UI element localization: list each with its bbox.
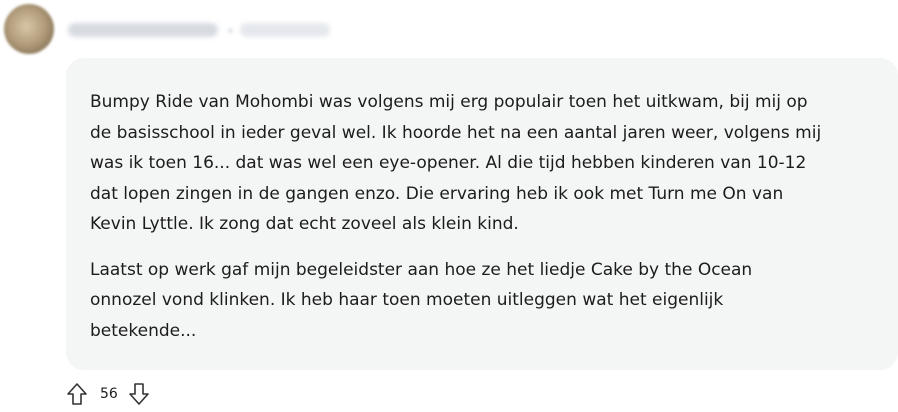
comment-body: Bumpy Ride van Mohombi was volgens mij e…: [66, 58, 898, 370]
avatar[interactable]: [4, 4, 54, 54]
author-name-blurred[interactable]: [68, 23, 218, 37]
author-separator: [228, 28, 233, 33]
comment-paragraph: Laatst op werk gaf mijn begeleidster aan…: [90, 259, 753, 341]
vote-count: 56: [100, 386, 118, 402]
arrow-down-outline-icon: [129, 383, 149, 405]
comment-paragraph: Bumpy Ride van Mohombi was volgens mij e…: [90, 92, 822, 234]
comment-thread: Bumpy Ride van Mohombi was volgens mij e…: [0, 0, 898, 412]
comment-timestamp-blurred: [240, 23, 330, 37]
upvote-button[interactable]: [64, 379, 90, 409]
vote-bar: 56: [64, 379, 152, 409]
arrow-up-outline-icon: [67, 383, 87, 405]
downvote-button[interactable]: [126, 379, 152, 409]
